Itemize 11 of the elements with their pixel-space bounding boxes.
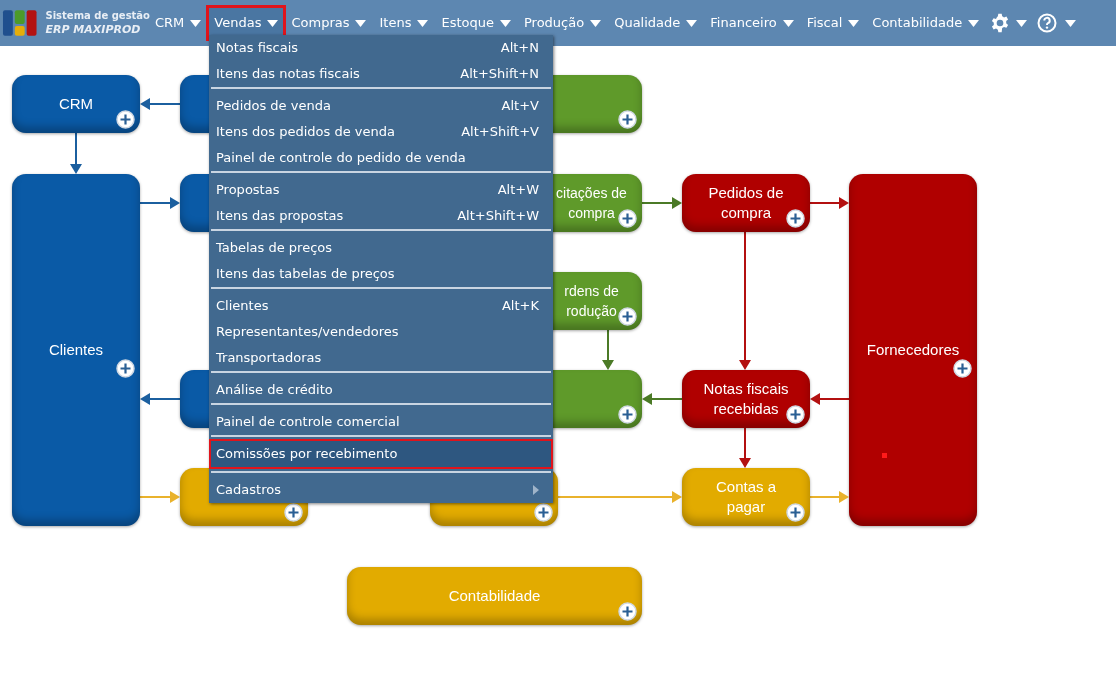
node-label: Clientes xyxy=(48,340,104,360)
node-label: Contabilidade xyxy=(448,586,541,606)
node-label: Contas a pagar xyxy=(715,477,776,517)
node-label: CRM xyxy=(58,94,94,114)
node-label: Notas fiscais recebidas xyxy=(703,379,789,419)
node-label: citações de compra xyxy=(556,184,627,223)
node-label: Fornecedores xyxy=(866,340,960,360)
node-label: rdens de rodução xyxy=(564,282,619,321)
logo-subtitle: Sistema de gestão xyxy=(45,9,150,23)
logo-title: ERP MAXIPROD xyxy=(45,23,142,37)
node-label: Pedidos de compra xyxy=(708,183,784,223)
